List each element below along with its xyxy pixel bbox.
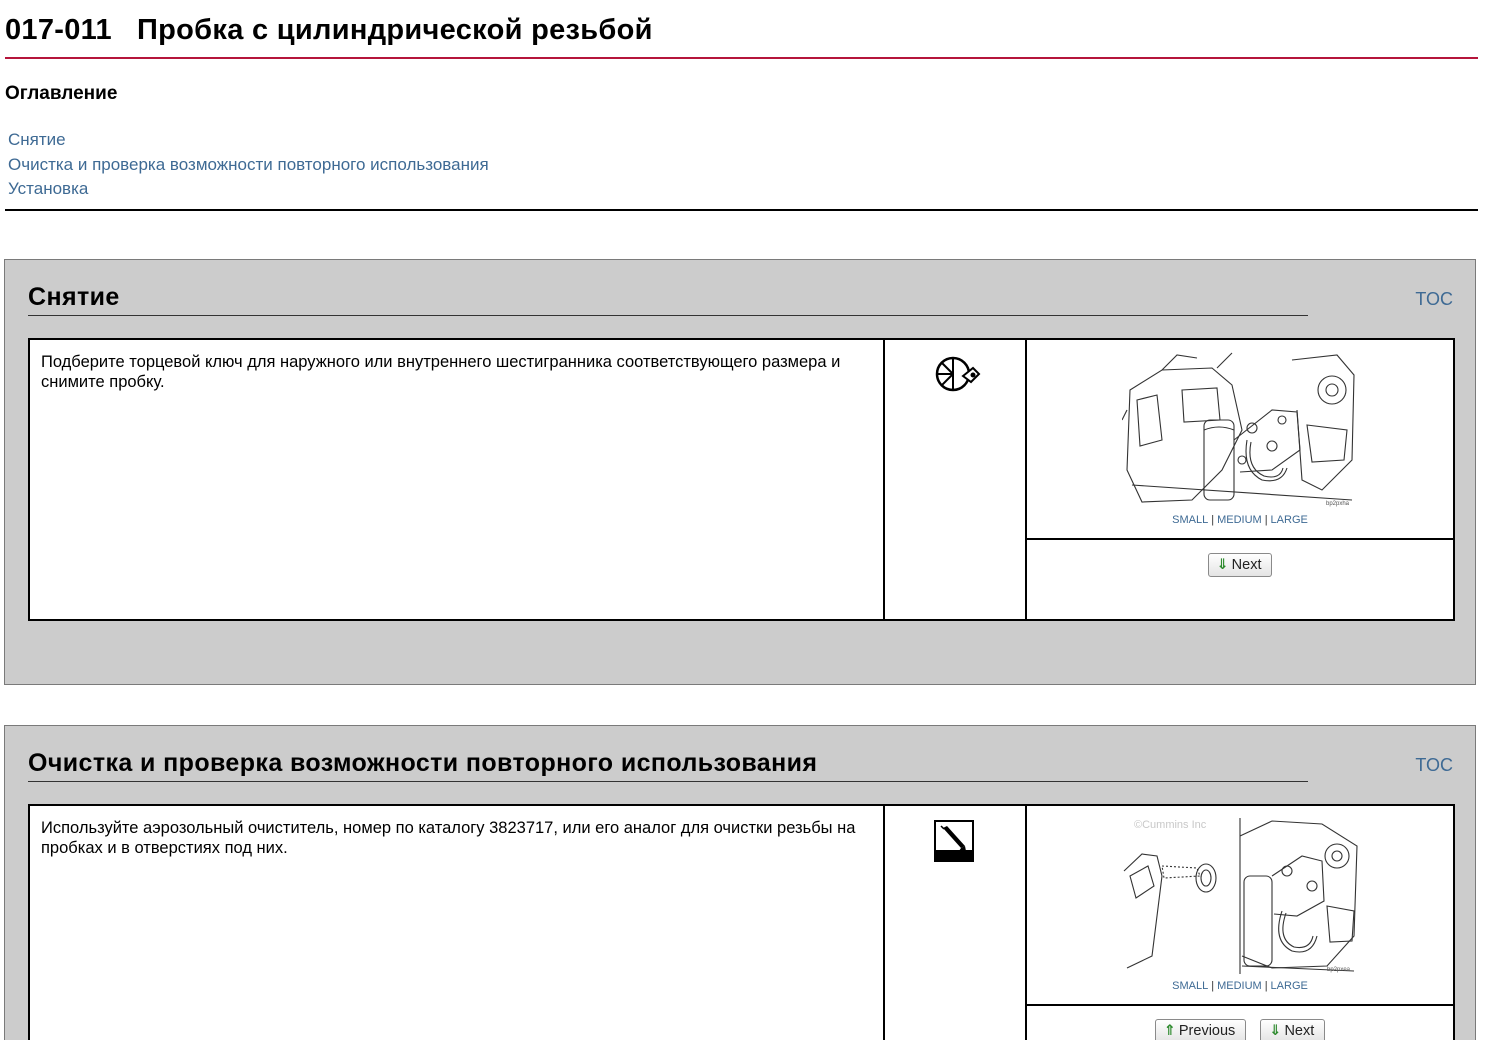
size-medium-link[interactable]: MEDIUM xyxy=(1217,514,1262,526)
arrow-down-icon: ⇓ xyxy=(1269,1023,1282,1039)
section-title: Снятие xyxy=(28,283,120,311)
step-instructions: Используйте аэрозольный очиститель, номе… xyxy=(30,806,885,1040)
step-table: Подберите торцевой ключ для наружного ил… xyxy=(28,338,1455,621)
arrow-down-icon: ⇓ xyxy=(1216,557,1229,573)
section-title: Очистка и проверка возможности повторног… xyxy=(28,749,818,777)
toc-heading: Оглавление xyxy=(5,83,118,104)
size-small-link[interactable]: SMALL xyxy=(1172,514,1208,526)
section-divider xyxy=(28,781,1308,782)
image-size-links: SMALL | MEDIUM | LARGE xyxy=(1172,514,1308,526)
figure-watermark: ©Cummins Inc xyxy=(1134,819,1207,831)
previous-label: Previous xyxy=(1178,1023,1236,1039)
step-table: Используйте аэрозольный очиститель, номе… xyxy=(28,804,1455,1040)
aerosol-spray-icon xyxy=(933,820,981,862)
next-button[interactable]: ⇓ Next xyxy=(1260,1019,1326,1040)
socket-wrench-icon xyxy=(933,354,981,396)
previous-button[interactable]: ⇑ Previous xyxy=(1154,1019,1247,1040)
figure-cell: bp2pxha SMALL | MEDIUM | LARGE xyxy=(1027,340,1453,540)
figure-cell: ©Cummins Inc bp2pxea SMALL | MEDIUM | LA… xyxy=(1027,806,1453,1006)
size-large-link[interactable]: LARGE xyxy=(1271,980,1308,992)
size-small-link[interactable]: SMALL xyxy=(1172,980,1208,992)
cleaning-illustration[interactable]: ©Cummins Inc bp2pxea xyxy=(1122,816,1358,974)
page: 017-011 Пробка с цилиндрической резьбой … xyxy=(0,0,1500,1040)
step-icon-cell xyxy=(885,806,1027,1040)
arrow-up-icon: ⇑ xyxy=(1163,1023,1176,1039)
step-instructions: Подберите торцевой ключ для наружного ил… xyxy=(30,340,885,619)
next-label: Next xyxy=(1231,557,1262,573)
toc-list: Снятие Очистка и проверка возможности по… xyxy=(8,128,489,202)
section-cleaning: Очистка и проверка возможности повторног… xyxy=(4,725,1476,1040)
size-medium-link[interactable]: MEDIUM xyxy=(1217,980,1262,992)
toc-link-removal[interactable]: Снятие xyxy=(8,128,489,153)
section-removal: Снятие TOC Подберите торцевой ключ для н… xyxy=(4,259,1476,685)
next-label: Next xyxy=(1284,1023,1315,1039)
toc-divider xyxy=(5,209,1478,211)
figure-label: bp2pxea xyxy=(1327,967,1351,973)
toc-link-cleaning[interactable]: Очистка и проверка возможности повторног… xyxy=(8,153,489,178)
step-icon-cell xyxy=(885,340,1027,619)
toc-link-installation[interactable]: Установка xyxy=(8,177,489,202)
page-title: 017-011 Пробка с цилиндрической резьбой xyxy=(5,14,653,46)
section-divider xyxy=(28,315,1308,316)
toc-back-link[interactable]: TOC xyxy=(1415,755,1453,776)
nav-cell: ⇓ Next xyxy=(1027,540,1453,619)
size-large-link[interactable]: LARGE xyxy=(1271,514,1308,526)
next-button[interactable]: ⇓ Next xyxy=(1207,553,1273,577)
title-divider xyxy=(5,57,1478,59)
nav-cell: ⇑ Previous ⇓ Next xyxy=(1027,1006,1453,1040)
toc-back-link[interactable]: TOC xyxy=(1415,289,1453,310)
engine-illustration[interactable]: bp2pxha xyxy=(1121,350,1358,508)
figure-label: bp2pxha xyxy=(1326,501,1350,507)
image-size-links: SMALL | MEDIUM | LARGE xyxy=(1172,980,1308,992)
